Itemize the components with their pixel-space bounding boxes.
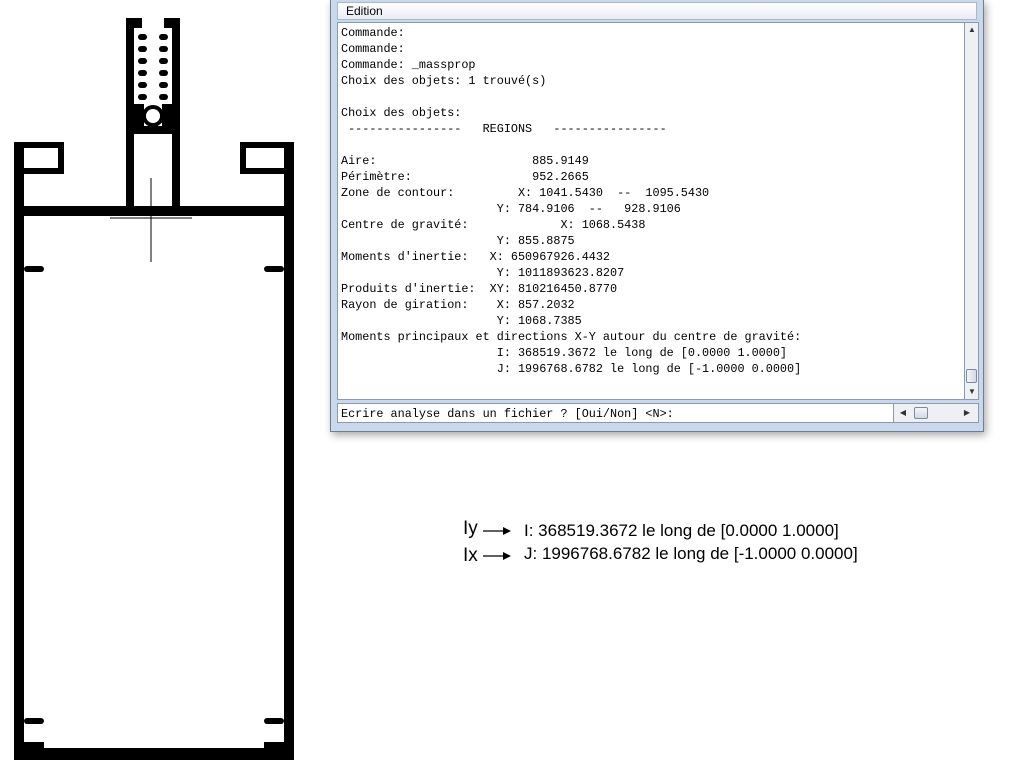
profile-top-web [14, 206, 294, 216]
history-line: Zone de contour: X: 1041.5430 -- 1095.54… [341, 186, 710, 200]
history-line [341, 137, 964, 153]
command-line[interactable]: Ecrire analyse dans un fichier ? [Oui/No… [337, 403, 894, 423]
command-history: Commande: Commande: Commande: _massprop Cho… [337, 22, 965, 400]
history-line: Commande: [341, 26, 405, 40]
annotation-label: Ix [463, 545, 478, 566]
arrow-right-icon [483, 527, 511, 535]
profile-right-hook-base [240, 168, 284, 174]
profile-bottom-wall [14, 748, 294, 760]
profile-stem-right [172, 18, 180, 214]
history-line: Y: 855.8875 [341, 234, 575, 248]
profile-foot-right [264, 742, 284, 748]
scroll-up-icon[interactable]: ▲ [965, 23, 979, 37]
cad-profile-drawing [14, 18, 294, 760]
profile-nub-right-upper [264, 266, 284, 272]
history-line: Y: 784.9106 -- 928.9106 [341, 202, 681, 216]
arrow-right-icon [483, 552, 511, 560]
annotation-text: I: 368519.3672 le long de [0.0000 1.0000… [524, 521, 839, 540]
history-line: Choix des objets: 1 trouvé(s) [341, 74, 547, 88]
history-line: Choix des objets: [341, 106, 462, 120]
profile-left-wall [14, 142, 24, 760]
text-window: Edition Commande: Commande: Commande: _mas… [330, 0, 984, 432]
command-prompt: Ecrire analyse dans un fichier ? [Oui/No… [341, 407, 674, 421]
scroll-down-icon[interactable]: ▼ [965, 385, 979, 399]
history-line: Aire: 885.9149 [341, 154, 589, 168]
profile-right-hook-lip [240, 142, 246, 172]
history-line [341, 89, 964, 105]
profile-left-hook-lip [58, 142, 64, 172]
profile-right-hook [240, 142, 294, 148]
history-line: Rayon de giration: X: 857.2032 [341, 298, 575, 312]
history-line: I: 368519.3672 le long de [0.0000 1.0000… [341, 346, 787, 360]
history-line: Produits d'inertie: XY: 810216450.8770 [341, 282, 618, 296]
vertical-scrollbar[interactable]: ▲ ▼ [965, 22, 979, 400]
profile-serrated-slot [134, 18, 172, 127]
horizontal-scrollbar[interactable]: ◀ ▶ [894, 403, 979, 423]
profile-stem-crossbar [126, 126, 180, 134]
profile-left-hook [14, 142, 64, 148]
history-line: Périmètre: 952.2665 [341, 170, 589, 184]
history-line: Commande: _massprop [341, 58, 476, 72]
horizontal-scroll-thumb[interactable] [914, 407, 928, 419]
menu-edition[interactable]: Edition [346, 4, 383, 18]
profile-left-hook-base [24, 168, 64, 174]
profile-nub-right-lower [264, 718, 284, 724]
history-line: Y: 1068.7385 [341, 314, 582, 328]
annotation-label: Iy [463, 518, 478, 539]
history-line: Centre de gravité: X: 1068.5438 [341, 218, 646, 232]
history-line: Moments principaux et directions X-Y aut… [341, 330, 802, 344]
vertical-scroll-thumb[interactable] [966, 369, 977, 383]
profile-right-wall [284, 142, 294, 760]
history-line: Moments d'inertie: X: 650967926.4432 [341, 250, 611, 264]
history-line: Commande: [341, 42, 405, 56]
history-text: Commande: Commande: Commande: _massprop Cho… [338, 23, 964, 377]
history-line: Y: 1011893623.8207 [341, 266, 625, 280]
history-line: J: 1996768.6782 le long de [-1.0000 0.00… [341, 362, 802, 376]
scroll-right-icon[interactable]: ▶ [960, 406, 974, 420]
annotation-text: J: 1996768.6782 le long de [-1.0000 0.00… [524, 544, 858, 563]
scroll-left-icon[interactable]: ◀ [896, 406, 910, 420]
profile-nub-left-upper [24, 266, 44, 272]
profile-stem-left [126, 18, 134, 214]
menu-bar: Edition [337, 2, 977, 20]
profile-nub-left-lower [24, 718, 44, 724]
profile-foot-left [24, 742, 44, 748]
history-line: ---------------- REGIONS ---------------… [341, 122, 667, 136]
